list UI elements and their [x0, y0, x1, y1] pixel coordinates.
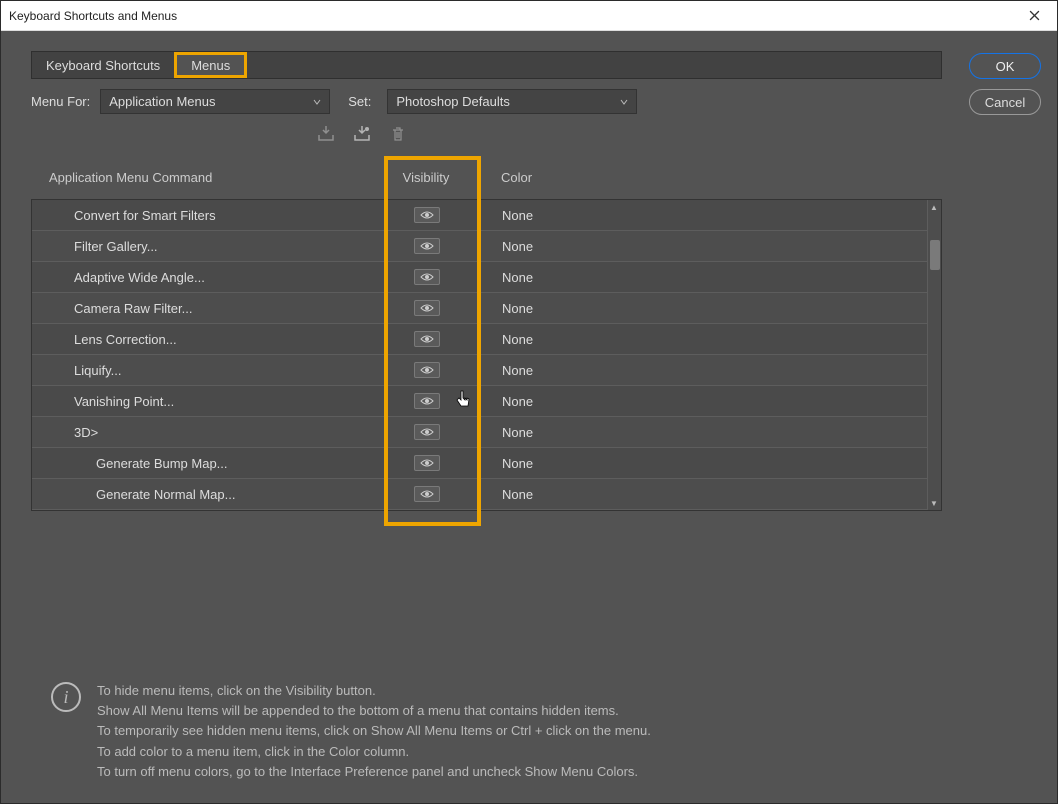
menu-command-label: 3D>	[32, 425, 382, 440]
table-row[interactable]: Generate Normal Map... None	[32, 479, 941, 510]
color-cell[interactable]: None	[472, 301, 941, 316]
color-cell[interactable]: None	[472, 270, 941, 285]
table-body: ▲ ▼ Convert for Smart FiltersNoneFilter …	[31, 199, 942, 511]
table-row[interactable]: Filter Gallery... None	[32, 231, 941, 262]
eye-icon	[420, 458, 434, 468]
visibility-cell	[382, 362, 472, 378]
delete-set-button[interactable]	[387, 124, 409, 144]
visibility-cell	[382, 424, 472, 440]
visibility-toggle[interactable]	[414, 269, 440, 285]
table-row[interactable]: Adaptive Wide Angle... None	[32, 262, 941, 293]
info-icon: i	[51, 682, 81, 712]
ok-button[interactable]: OK	[969, 53, 1041, 79]
visibility-toggle[interactable]	[414, 424, 440, 440]
visibility-toggle[interactable]	[414, 486, 440, 502]
set-value: Photoshop Defaults	[396, 94, 509, 109]
chevron-down-icon	[313, 94, 321, 109]
color-cell[interactable]: None	[472, 332, 941, 347]
visibility-cell	[382, 269, 472, 285]
menu-command-label: Convert for Smart Filters	[32, 208, 382, 223]
visibility-cell	[382, 207, 472, 223]
table-row[interactable]: Liquify... None	[32, 355, 941, 386]
set-select[interactable]: Photoshop Defaults	[387, 89, 637, 114]
table-row[interactable]: 3D> None	[32, 417, 941, 448]
eye-icon	[420, 210, 434, 220]
color-cell[interactable]: None	[472, 208, 941, 223]
visibility-cell	[382, 331, 472, 347]
help-line: Show All Menu Items will be appended to …	[97, 702, 651, 720]
cursor-icon	[456, 390, 472, 413]
save-icon	[317, 126, 335, 142]
menu-command-label: Liquify...	[32, 363, 382, 378]
eye-icon	[420, 365, 434, 375]
menu-command-label: Generate Normal Map...	[32, 487, 382, 502]
menu-command-label: Filter Gallery...	[32, 239, 382, 254]
menu-command-label: Lens Correction...	[32, 332, 382, 347]
visibility-cell	[382, 486, 472, 502]
help-line: To turn off menu colors, go to the Inter…	[97, 763, 651, 781]
cancel-button[interactable]: Cancel	[969, 89, 1041, 115]
visibility-cell	[382, 238, 472, 254]
visibility-toggle[interactable]	[414, 393, 440, 409]
eye-icon	[420, 396, 434, 406]
menu-for-label: Menu For:	[31, 94, 90, 109]
menu-command-label: Generate Bump Map...	[32, 456, 382, 471]
titlebar: Keyboard Shortcuts and Menus	[1, 1, 1057, 31]
save-set-button[interactable]	[315, 124, 337, 144]
help-line: To hide menu items, click on the Visibil…	[97, 682, 651, 700]
visibility-cell	[382, 455, 472, 471]
eye-icon	[420, 272, 434, 282]
color-cell[interactable]: None	[472, 394, 941, 409]
save-set-as-button[interactable]	[351, 124, 373, 144]
color-cell[interactable]: None	[472, 487, 941, 502]
eye-icon	[420, 334, 434, 344]
scroll-up-icon[interactable]: ▲	[927, 200, 941, 214]
window-title: Keyboard Shortcuts and Menus	[9, 9, 1019, 23]
table-row[interactable]: Lens Correction... None	[32, 324, 941, 355]
col-command: Application Menu Command	[31, 170, 381, 185]
info-box: i To hide menu items, click on the Visib…	[31, 682, 942, 783]
scroll-thumb[interactable]	[930, 240, 940, 270]
eye-icon	[420, 489, 434, 499]
eye-icon	[420, 303, 434, 313]
table-row[interactable]: Camera Raw Filter... None	[32, 293, 941, 324]
menu-command-label: Camera Raw Filter...	[32, 301, 382, 316]
table-header: Application Menu Command Visibility Colo…	[31, 162, 942, 199]
table-row[interactable]: Generate Bump Map... None	[32, 448, 941, 479]
visibility-toggle[interactable]	[414, 362, 440, 378]
tab-keyboard-shortcuts[interactable]: Keyboard Shortcuts	[32, 52, 174, 78]
col-color: Color	[471, 170, 942, 185]
trash-icon	[391, 126, 405, 142]
menu-for-select[interactable]: Application Menus	[100, 89, 330, 114]
color-cell[interactable]: None	[472, 456, 941, 471]
scroll-down-icon[interactable]: ▼	[927, 496, 941, 510]
save-as-icon	[353, 126, 371, 142]
menu-command-label: Vanishing Point...	[32, 394, 382, 409]
color-cell[interactable]: None	[472, 363, 941, 378]
col-visibility: Visibility	[381, 170, 471, 185]
tab-bar: Keyboard Shortcuts Menus	[31, 51, 942, 79]
close-button[interactable]	[1019, 1, 1049, 31]
scrollbar[interactable]: ▲ ▼	[927, 200, 941, 510]
menu-command-label: Adaptive Wide Angle...	[32, 270, 382, 285]
tab-menus[interactable]: Menus	[174, 52, 247, 78]
color-cell[interactable]: None	[472, 239, 941, 254]
menu-for-value: Application Menus	[109, 94, 215, 109]
table-row[interactable]: Convert for Smart Filters None	[32, 200, 941, 231]
chevron-down-icon	[620, 94, 628, 109]
eye-icon	[420, 241, 434, 251]
visibility-toggle[interactable]	[414, 331, 440, 347]
visibility-toggle[interactable]	[414, 207, 440, 223]
eye-icon	[420, 427, 434, 437]
visibility-toggle[interactable]	[414, 300, 440, 316]
visibility-cell	[382, 300, 472, 316]
table-row[interactable]: Vanishing Point... None	[32, 386, 941, 417]
visibility-toggle[interactable]	[414, 455, 440, 471]
help-line: To add color to a menu item, click in th…	[97, 743, 651, 761]
close-icon	[1029, 10, 1040, 21]
set-label: Set:	[348, 94, 371, 109]
visibility-toggle[interactable]	[414, 238, 440, 254]
help-line: To temporarily see hidden menu items, cl…	[97, 722, 651, 740]
color-cell[interactable]: None	[472, 425, 941, 440]
